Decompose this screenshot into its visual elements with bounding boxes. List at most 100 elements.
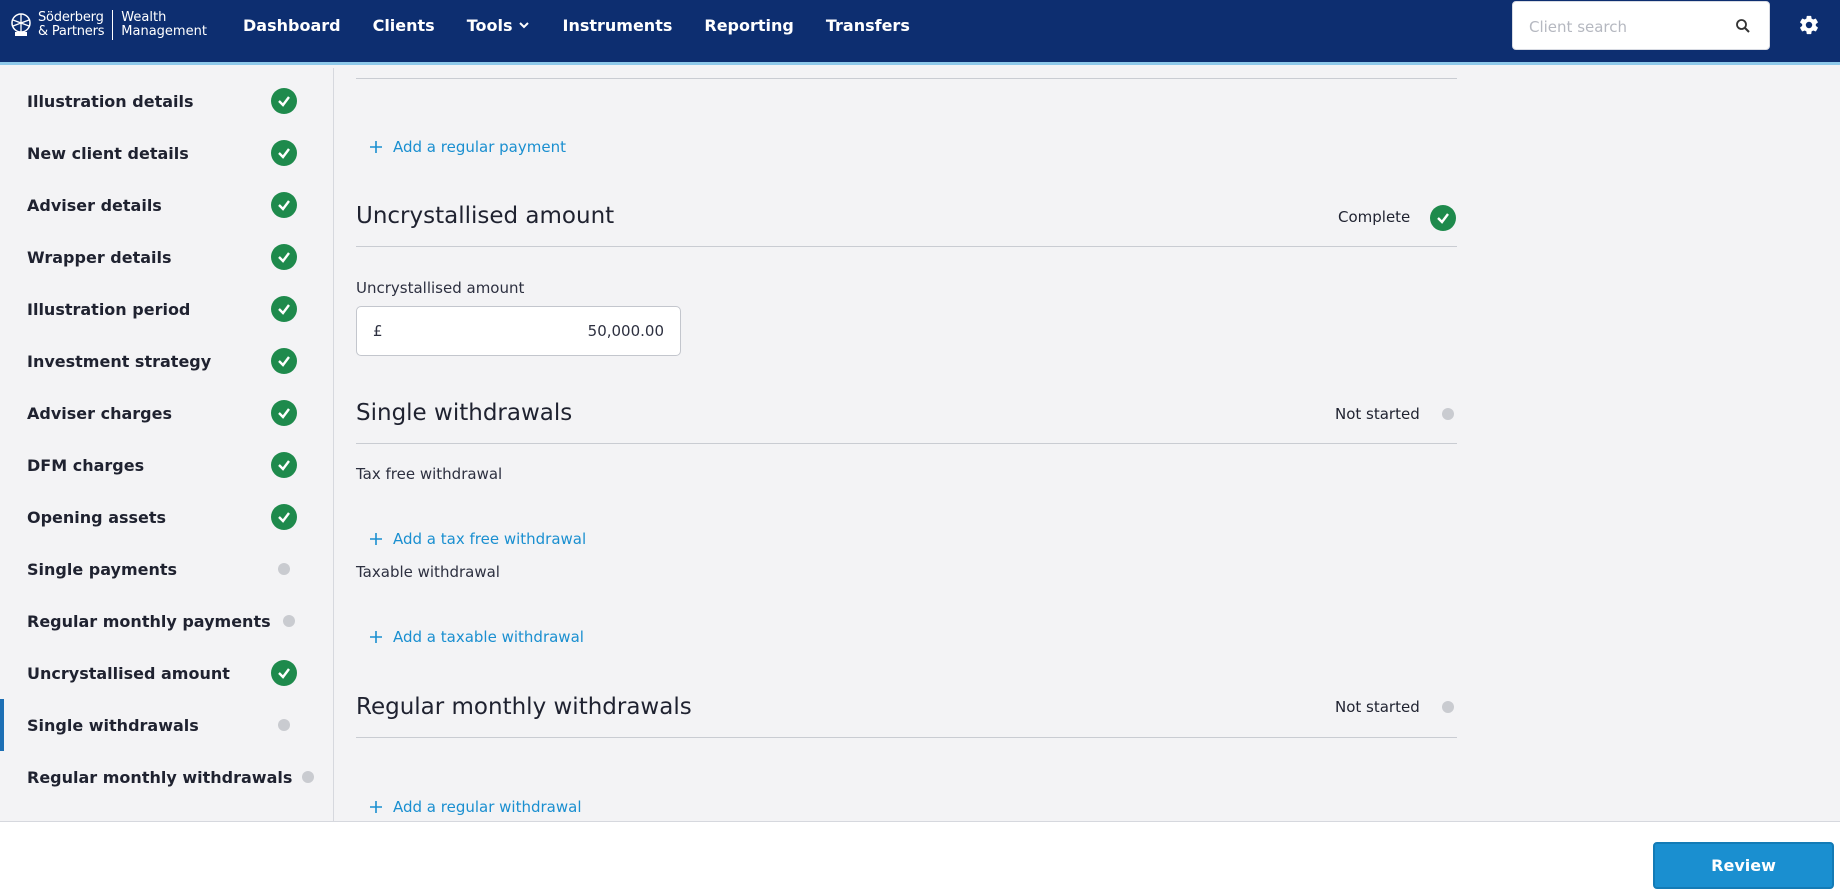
- sidebar-item-label: Adviser charges: [27, 403, 172, 423]
- not-started-dot-icon: [1442, 701, 1454, 713]
- check-circle-icon: [271, 504, 297, 530]
- uncrystallised-amount-field: £: [356, 306, 681, 356]
- check-circle-icon: [271, 192, 297, 218]
- plus-icon: [370, 801, 382, 813]
- check-circle-icon: [271, 452, 297, 478]
- add-regular-withdrawal-link[interactable]: Add a regular withdrawal: [369, 798, 582, 816]
- sidebar-item-adviser-details[interactable]: Adviser details: [0, 179, 334, 231]
- sidebar-item-investment-strategy[interactable]: Investment strategy: [0, 335, 334, 387]
- check-circle-icon: [271, 348, 297, 374]
- not-started-dot-icon: [1442, 408, 1454, 420]
- uncrystallised-amount-input[interactable]: [404, 320, 664, 342]
- not-started-dot-icon: [278, 563, 290, 575]
- chevron-down-icon: [519, 22, 530, 29]
- add-taxable-withdrawal-link[interactable]: Add a taxable withdrawal: [369, 628, 584, 646]
- sidebar-item-uncrystallised-amount[interactable]: Uncrystallised amount: [0, 647, 334, 699]
- add-regular-payment-label: Add a regular payment: [393, 138, 566, 156]
- sidebar-item-label: Opening assets: [27, 507, 167, 527]
- nav-instruments-label: Instruments: [562, 15, 673, 35]
- nav-dashboard-label: Dashboard: [243, 15, 341, 35]
- section-title-uncrystallised: Uncrystallised amount: [356, 203, 615, 229]
- sidebar-item-label: Illustration details: [27, 91, 194, 111]
- not-started-dot-icon: [283, 615, 295, 627]
- status-not-started-label: Not started: [1335, 405, 1420, 423]
- sidebar-item-label: Illustration period: [27, 299, 191, 319]
- sidebar-item-single-payments[interactable]: Single payments: [0, 543, 334, 595]
- sidebar-item-label: Adviser details: [27, 195, 162, 215]
- sidebar-item-illustration-period[interactable]: Illustration period: [0, 283, 334, 335]
- check-circle-icon: [1430, 205, 1456, 231]
- add-taxable-withdrawal-label: Add a taxable withdrawal: [393, 628, 584, 646]
- nav-reporting[interactable]: Reporting: [704, 16, 793, 35]
- sidebar-item-label: Single withdrawals: [27, 715, 199, 735]
- section-title-regular-withdrawals: Regular monthly withdrawals: [356, 694, 692, 720]
- uncrystallised-amount-label: Uncrystallised amount: [356, 279, 525, 297]
- check-circle-icon: [271, 88, 297, 114]
- status-not-started-label: Not started: [1335, 698, 1420, 716]
- nav-reporting-label: Reporting: [704, 15, 794, 35]
- nav-transfers-label: Transfers: [825, 15, 910, 35]
- progress-sidebar: Illustration details New client details …: [0, 68, 334, 821]
- brand-subtitle: Wealth Management: [121, 11, 207, 39]
- search-icon[interactable]: [1735, 18, 1751, 34]
- add-tax-free-withdrawal-label: Add a tax free withdrawal: [393, 530, 587, 548]
- not-started-dot-icon: [302, 771, 314, 783]
- sidebar-item-label: Regular monthly payments: [27, 611, 271, 631]
- sidebar-item-wrapper-details[interactable]: Wrapper details: [0, 231, 334, 283]
- plus-icon: [370, 533, 382, 545]
- brand-logo[interactable]: Söderberg & Partners Wealth Management: [10, 9, 207, 41]
- nav-dashboard[interactable]: Dashboard: [243, 16, 341, 35]
- main-content: Add a regular payment Uncrystallised amo…: [335, 68, 1840, 821]
- nav-clients-label: Clients: [372, 15, 435, 35]
- sidebar-item-label: DFM charges: [27, 455, 145, 475]
- logo-icon: [11, 13, 31, 36]
- review-button[interactable]: Review: [1653, 842, 1834, 889]
- sidebar-item-label: Investment strategy: [27, 351, 212, 371]
- check-circle-icon: [271, 140, 297, 166]
- brand-line-1: Söderberg: [38, 10, 104, 25]
- not-started-dot-icon: [278, 719, 290, 731]
- sidebar-item-label: Uncrystallised amount: [27, 663, 230, 683]
- brand-sub-line-1: Wealth: [121, 10, 167, 25]
- section-title-single-withdrawals: Single withdrawals: [356, 400, 573, 426]
- status-complete-label: Complete: [1338, 208, 1411, 226]
- add-regular-withdrawal-label: Add a regular withdrawal: [393, 798, 582, 816]
- client-search: [1512, 1, 1770, 50]
- nav-instruments[interactable]: Instruments: [562, 16, 672, 35]
- check-circle-icon: [271, 660, 297, 686]
- add-regular-payment-link[interactable]: Add a regular payment: [369, 138, 566, 156]
- nav-transfers[interactable]: Transfers: [826, 16, 910, 35]
- plus-icon: [370, 631, 382, 643]
- sidebar-item-single-withdrawals[interactable]: Single withdrawals: [0, 699, 334, 751]
- sidebar-item-illustration-details[interactable]: Illustration details: [0, 75, 334, 127]
- tax-free-withdrawal-label: Tax free withdrawal: [356, 465, 503, 483]
- section-divider: [356, 78, 1457, 79]
- client-search-input[interactable]: [1529, 16, 1729, 38]
- section-divider: [356, 443, 1457, 444]
- sidebar-item-adviser-charges[interactable]: Adviser charges: [0, 387, 334, 439]
- currency-prefix: £: [373, 322, 383, 340]
- footer-bar: Review: [0, 821, 1840, 895]
- check-circle-icon: [271, 244, 297, 270]
- brand-line-2: & Partners: [38, 24, 105, 39]
- sidebar-item-opening-assets[interactable]: Opening assets: [0, 491, 334, 543]
- gear-icon[interactable]: [1798, 14, 1820, 36]
- logo-divider: [112, 10, 114, 40]
- check-circle-icon: [271, 400, 297, 426]
- sidebar-item-new-client-details[interactable]: New client details: [0, 127, 334, 179]
- brand-name: Söderberg & Partners: [38, 11, 104, 39]
- nav-tools[interactable]: Tools: [467, 16, 531, 35]
- main-nav: Dashboard Clients Tools Instruments Repo…: [243, 0, 942, 50]
- nav-clients[interactable]: Clients: [373, 16, 435, 35]
- section-divider: [356, 737, 1457, 738]
- sidebar-item-regular-monthly-withdrawals[interactable]: Regular monthly withdrawals: [0, 751, 334, 803]
- sidebar-item-regular-monthly-payments[interactable]: Regular monthly payments: [0, 595, 334, 647]
- top-navigation-bar: Söderberg & Partners Wealth Management D…: [0, 0, 1840, 65]
- add-tax-free-withdrawal-link[interactable]: Add a tax free withdrawal: [369, 530, 586, 548]
- section-divider: [356, 246, 1457, 247]
- sidebar-item-label: Single payments: [27, 559, 178, 579]
- taxable-withdrawal-label: Taxable withdrawal: [356, 563, 500, 581]
- sidebar-item-label: Regular monthly withdrawals: [27, 767, 293, 787]
- sidebar-item-label: New client details: [27, 143, 189, 163]
- sidebar-item-dfm-charges[interactable]: DFM charges: [0, 439, 334, 491]
